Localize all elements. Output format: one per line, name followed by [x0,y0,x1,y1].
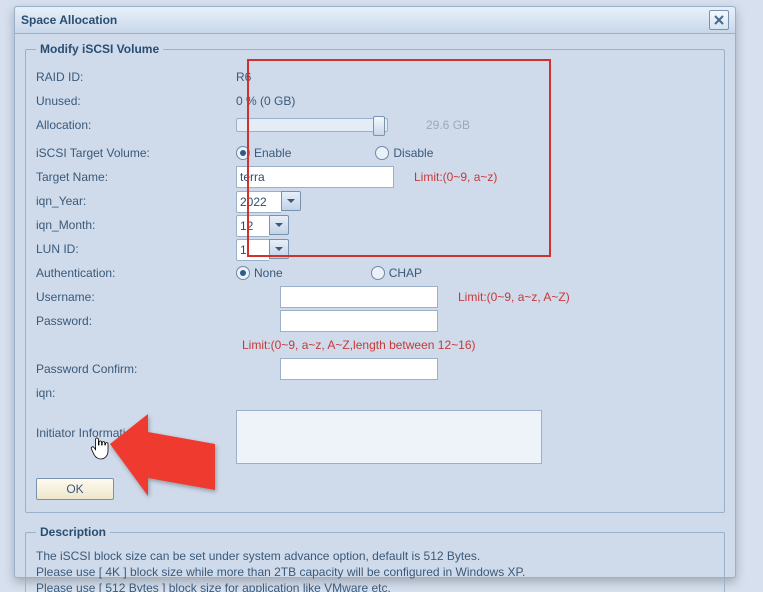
password-limit: Limit:(0~9, a~z, A~Z,length between 12~1… [242,338,475,352]
auth-none-radio[interactable]: None [236,266,283,280]
iqn-month-label: iqn_Month: [36,218,236,232]
fieldset-legend: Modify iSCSI Volume [36,42,163,56]
radio-label: Enable [254,146,291,160]
target-enable-radio[interactable]: Enable [236,146,291,160]
radio-label: Disable [393,146,433,160]
chevron-down-icon [275,221,283,229]
target-name-label: Target Name: [36,170,236,184]
target-name-limit: Limit:(0~9, a~z) [414,170,497,184]
allocation-label: Allocation: [36,118,236,132]
radio-label: CHAP [389,266,422,280]
username-input[interactable] [280,286,438,308]
target-name-input[interactable] [236,166,394,188]
initiator-info-textarea[interactable] [236,410,542,464]
authentication-label: Authentication: [36,266,236,280]
raid-id-label: RAID ID: [36,70,236,84]
titlebar: Space Allocation [15,7,735,34]
radio-dot-icon [375,146,389,160]
iqn-label: iqn: [36,386,236,400]
close-icon [714,15,724,25]
radio-dot-icon [371,266,385,280]
iqn-year-select[interactable] [236,191,281,213]
unused-label: Unused: [36,94,236,108]
radio-dot-icon [236,266,250,280]
username-limit: Limit:(0~9, a~z, A~Z) [458,290,570,304]
chevron-down-icon [275,245,283,253]
iqn-month-select[interactable] [236,215,269,237]
allocation-slider[interactable] [236,118,388,132]
unused-value: 0 % (0 GB) [236,94,295,108]
iqn-year-label: iqn_Year: [36,194,236,208]
allocation-value: 29.6 GB [426,118,470,132]
window-title: Space Allocation [21,7,117,33]
description-line: The iSCSI block size can be set under sy… [36,549,714,563]
password-input[interactable] [280,310,438,332]
password-confirm-input[interactable] [280,358,438,380]
radio-dot-icon [236,146,250,160]
dropdown-arrow[interactable] [269,215,289,235]
password-confirm-label: Password Confirm: [36,362,236,376]
chevron-down-icon [287,197,295,205]
target-volume-label: iSCSI Target Volume: [36,146,236,160]
lun-id-select[interactable] [236,239,269,261]
space-allocation-window: Space Allocation Modify iSCSI Volume RAI… [14,6,736,578]
dropdown-arrow[interactable] [269,239,289,259]
modify-volume-fieldset: Modify iSCSI Volume RAID ID: R6 Unused: … [25,42,725,513]
password-label: Password: [36,314,236,328]
username-label: Username: [36,290,236,304]
lun-id-label: LUN ID: [36,242,236,256]
raid-id-value: R6 [236,70,251,84]
description-line: Please use [ 512 Bytes ] block size for … [36,581,714,592]
initiator-info-label: Initiator Information: [36,410,236,440]
ok-button[interactable]: OK [36,478,114,500]
description-line: Please use [ 4K ] block size while more … [36,565,714,579]
slider-thumb[interactable] [373,116,385,136]
target-disable-radio[interactable]: Disable [375,146,433,160]
close-button[interactable] [709,10,729,30]
description-fieldset: Description The iSCSI block size can be … [25,525,725,592]
radio-label: None [254,266,283,280]
dropdown-arrow[interactable] [281,191,301,211]
description-legend: Description [36,525,110,539]
auth-chap-radio[interactable]: CHAP [371,266,422,280]
